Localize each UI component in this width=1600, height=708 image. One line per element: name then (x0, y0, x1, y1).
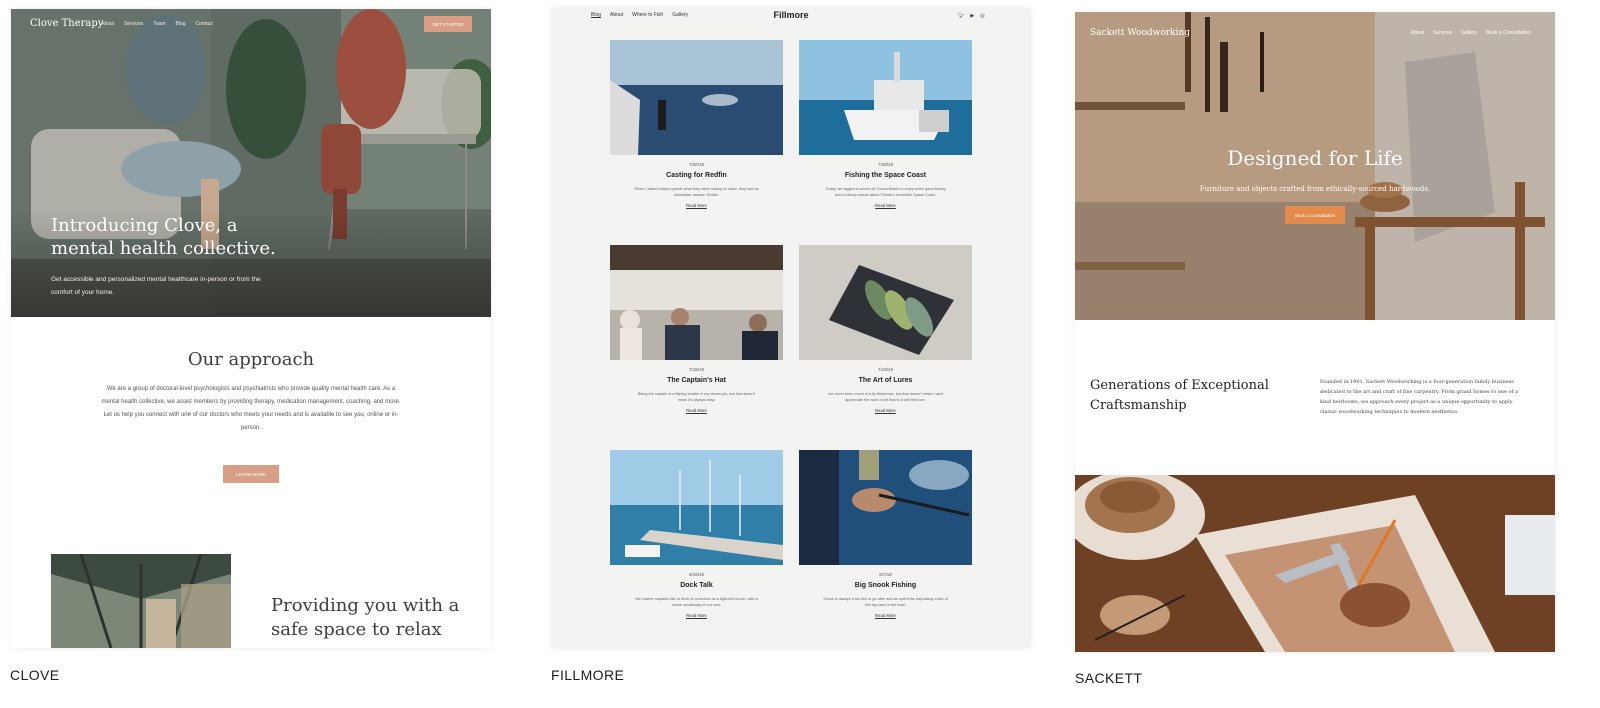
sackett-hero-image: Sackett Woodworking About Services Galle… (1075, 12, 1555, 320)
clove-hero-photo (11, 9, 491, 317)
fillmore-post-image[interactable] (610, 40, 783, 155)
fillmore-post-card[interactable]: 7/20/19 Casting for Redfin When I asked … (610, 40, 783, 208)
fillmore-post-card[interactable]: 6/18/19 Dock Talk We charter captains li… (610, 450, 783, 618)
clove-nav-services[interactable]: Services (124, 21, 143, 27)
sackett-drafting-image (1075, 475, 1555, 652)
fillmore-read-more-link[interactable]: Read More (610, 408, 783, 413)
snook-fishing-photo (799, 450, 972, 565)
fillmore-read-more-link[interactable]: Read More (799, 613, 972, 618)
sackett-about-title: Generations of Exceptional Craftsmanship (1090, 378, 1269, 413)
boat-crew-photo (610, 245, 783, 360)
clove-logo[interactable]: Clove Therapy (30, 18, 103, 29)
clove-learn-more-button[interactable]: LEARN MORE (223, 465, 279, 483)
fillmore-post-title[interactable]: The Art of Lures (799, 377, 972, 384)
sackett-nav-book[interactable]: Book a Consultation (1486, 30, 1531, 36)
fillmore-post-date: 7/19/19 (877, 367, 893, 372)
clove-hero-image: Clove Therapy About Services Team Blog C… (11, 9, 491, 317)
clove-nav-about[interactable]: About (101, 21, 114, 27)
fillmore-read-more-link[interactable]: Read More (799, 408, 972, 413)
youtube-icon[interactable]: ▶ (970, 13, 974, 19)
clove-greenhouse-photo (51, 554, 231, 648)
fillmore-post-card[interactable]: 7/19/19 The Art of Lures I've never been… (799, 245, 972, 413)
instagram-icon[interactable]: ◎ (980, 13, 984, 19)
clove-approach-body: We are a group of doctoral-level psychol… (101, 386, 401, 431)
fillmore-read-more-link[interactable]: Read More (610, 203, 783, 208)
sackett-nav-links: About Services Gallery Book a Consultati… (1411, 30, 1531, 36)
sackett-book-consultation-button[interactable]: Book a Consultation (1285, 206, 1345, 224)
clove-hero-subtitle: Get accessible and personalized mental h… (51, 276, 261, 296)
fillmore-post-excerpt: We charter captains like to think of our… (635, 597, 758, 607)
clove-approach-title: Our approach (187, 349, 315, 370)
fillmore-read-more-link[interactable]: Read More (610, 613, 783, 618)
sackett-about-body: Founded in 1901, Sackett Woodworking is … (1320, 379, 1518, 415)
fillmore-template-preview[interactable]: Blog About Where to Fish Gallery Fillmor… (551, 8, 1031, 648)
clove-safe-space-title: Providing you with a safe space to relax (271, 595, 460, 640)
sackett-template-label[interactable]: SACKETT (1075, 670, 1142, 686)
twitter-icon[interactable]: 🐦︎ (958, 13, 964, 19)
fillmore-post-date: 6/18/19 (688, 572, 704, 577)
lures-photo (799, 245, 972, 360)
fillmore-post-card[interactable]: 7/19/19 The Captain's Hat Being the capt… (610, 245, 783, 413)
fillmore-post-title[interactable]: The Captain's Hat (610, 377, 783, 384)
sackett-hero-title: Designed for Life (1227, 146, 1403, 170)
clove-nav-blog[interactable]: Blog (176, 21, 186, 27)
clove-nav-contact[interactable]: Contact (196, 21, 213, 27)
clove-nav-team[interactable]: Team (153, 21, 165, 27)
fillmore-post-title[interactable]: Fishing the Space Coast (799, 172, 972, 179)
yacht-photo (799, 40, 972, 155)
fillmore-post-image[interactable] (610, 245, 783, 360)
clove-template-preview[interactable]: Clove Therapy About Services Team Blog C… (11, 9, 491, 648)
fillmore-read-more-link[interactable]: Read More (799, 203, 972, 208)
sackett-logo[interactable]: Sackett Woodworking (1090, 28, 1190, 38)
fillmore-post-image[interactable] (610, 450, 783, 565)
fillmore-post-excerpt: Snook is always a fun fish to go after a… (823, 597, 948, 607)
clove-nav: Clove Therapy About Services Team Blog C… (11, 9, 491, 39)
sea-boat-photo (610, 40, 783, 155)
sackett-hero-subtitle: Furniture and objects crafted from ethic… (1199, 185, 1431, 193)
clove-get-started-button[interactable]: GET STARTED (424, 16, 472, 32)
fillmore-post-excerpt: When I asked today's guests what they we… (634, 187, 759, 197)
fillmore-post-image[interactable] (799, 245, 972, 360)
fillmore-post-date: 7/20/19 (877, 162, 893, 167)
fillmore-post-title[interactable]: Big Snook Fishing (799, 582, 972, 589)
clove-greenhouse-image (51, 554, 231, 648)
sackett-nav-about[interactable]: About (1411, 30, 1424, 36)
fillmore-post-card[interactable]: 7/20/19 Fishing the Space Coast Today, w… (799, 40, 972, 208)
sackett-nav-gallery[interactable]: Gallery (1461, 30, 1477, 36)
fillmore-template-label[interactable]: FILLMORE (551, 667, 624, 683)
clove-hero-title: Introducing Clove, a mental health colle… (51, 215, 276, 259)
clove-nav-links: About Services Team Blog Contact (101, 21, 213, 27)
sackett-template-preview[interactable]: Sackett Woodworking About Services Galle… (1075, 12, 1555, 652)
sackett-nav-services[interactable]: Services (1433, 30, 1452, 36)
fillmore-post-image[interactable] (799, 450, 972, 565)
fillmore-post-date: 7/19/19 (688, 367, 704, 372)
fillmore-post-excerpt: Today, we tagged a school off Cocoa Beac… (825, 187, 946, 197)
fillmore-post-image[interactable] (799, 40, 972, 155)
fillmore-post-excerpt: I've never been much of a fly fisherman,… (827, 392, 944, 402)
fillmore-post-card[interactable]: 6/7/19 Big Snook Fishing Snook is always… (799, 450, 972, 618)
sackett-drafting-photo (1075, 475, 1555, 652)
fillmore-post-excerpt: Being the captain of a fishing charter i… (637, 392, 756, 402)
fillmore-social-links: 🐦︎ ▶ ◎ (958, 13, 985, 19)
fillmore-post-title[interactable]: Casting for Redfin (610, 172, 783, 179)
fillmore-post-title[interactable]: Dock Talk (610, 582, 783, 589)
clove-template-label[interactable]: CLOVE (10, 667, 59, 683)
fillmore-post-date: 7/20/19 (688, 162, 704, 167)
fillmore-post-date: 6/7/19 (879, 572, 892, 577)
dock-photo (610, 450, 783, 565)
